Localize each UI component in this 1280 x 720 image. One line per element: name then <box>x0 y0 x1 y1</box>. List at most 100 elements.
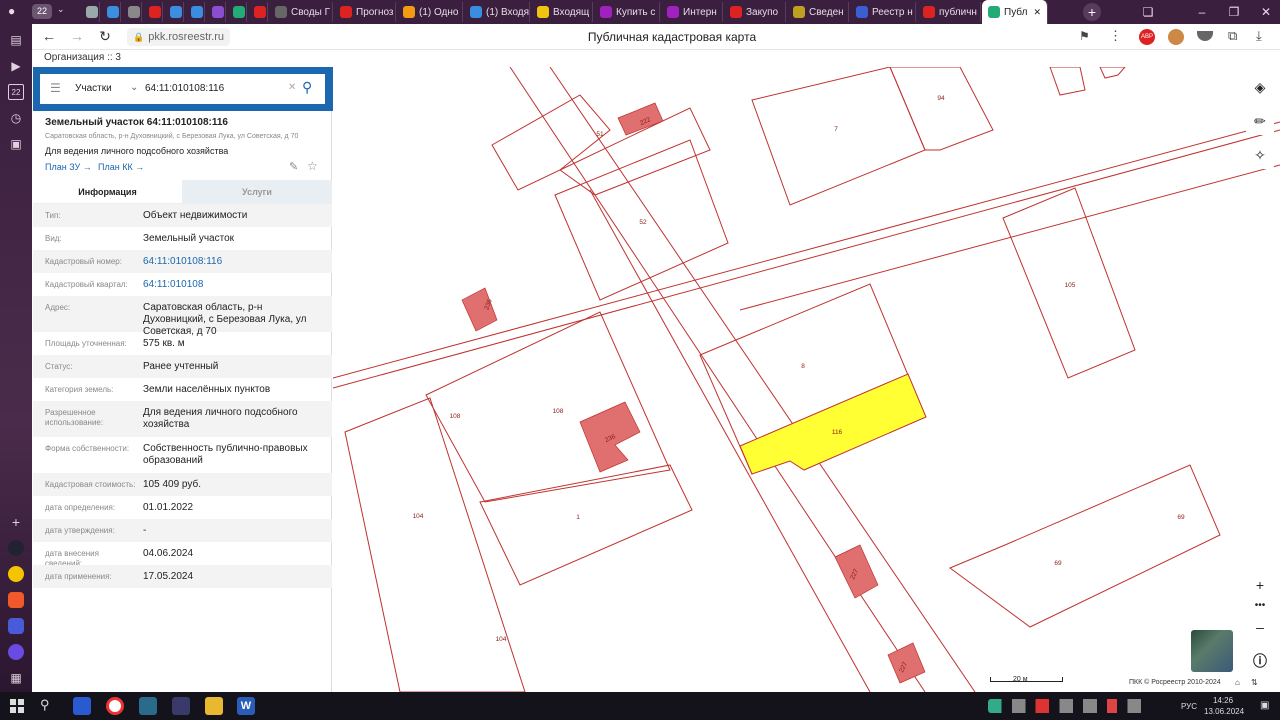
share-icon[interactable]: ⧉ <box>1228 28 1237 44</box>
browser-tab[interactable]: Прогноз <box>334 2 396 22</box>
layer-select[interactable]: Участки <box>75 83 112 94</box>
browser-tab[interactable] <box>101 2 121 22</box>
window-close-button[interactable]: ✕ <box>1250 0 1280 24</box>
browser-tab[interactable]: Входящ <box>531 2 593 22</box>
fullscreen-icon[interactable]: ⇅ <box>1251 678 1258 687</box>
menu-icon[interactable]: ⋮ <box>1109 28 1122 44</box>
extension2-icon[interactable] <box>1197 31 1213 41</box>
map-canvas[interactable]: 51794521058116108108104 16969104222236236… <box>333 67 1280 692</box>
browser-tab[interactable]: Закупо <box>724 2 786 22</box>
browser-tab[interactable]: Сведен <box>787 2 849 22</box>
alice-icon[interactable] <box>8 540 24 556</box>
window-maximize-button[interactable]: ❐ <box>1218 0 1250 24</box>
parcel-104[interactable] <box>344 397 526 692</box>
home-icon[interactable]: ⌂ <box>1235 678 1240 687</box>
disk-icon[interactable] <box>8 644 24 660</box>
report-icon[interactable]: ✎ <box>289 160 298 173</box>
notifications-icon[interactable]: ▣ <box>1260 700 1269 711</box>
reload-button[interactable]: ↻ <box>96 28 114 45</box>
layers-icon[interactable]: ◈ <box>1246 73 1274 101</box>
window-minimize-button[interactable]: – <box>1186 0 1218 24</box>
browser-tab[interactable]: Публ ✕ <box>982 0 1048 24</box>
back-button[interactable]: ← <box>40 28 58 44</box>
satellite-thumbnail[interactable] <box>1191 630 1233 672</box>
clock-time[interactable]: 14:26 <box>1213 696 1233 705</box>
parcel-69[interactable] <box>948 464 1221 628</box>
browser-tab[interactable]: (1) Одно <box>397 2 463 22</box>
parcel-top-right2[interactable] <box>1099 67 1126 79</box>
bookmarks-panel-icon[interactable]: ❏ <box>1132 0 1164 24</box>
browser-tab[interactable] <box>248 2 268 22</box>
clear-icon[interactable]: ✕ <box>288 82 296 93</box>
add-icon[interactable]: + <box>8 514 24 530</box>
info-value-link[interactable]: 64:11:010108:116 <box>143 256 328 268</box>
app2-icon[interactable] <box>172 697 190 715</box>
save-app-icon[interactable] <box>73 697 91 715</box>
cadastral-map[interactable]: 51 7 94 52 105 8 116 108 108 104 1 69 69 104 222 236 236… <box>333 67 1280 692</box>
tab-services[interactable]: Услуги <box>182 180 332 204</box>
browser-tab[interactable]: Интерн <box>661 2 723 22</box>
settings-panel-icon[interactable]: ▦ <box>8 670 24 686</box>
browser-tab[interactable] <box>227 2 247 22</box>
parcel-top-right[interactable] <box>1049 67 1086 96</box>
adblock-icon[interactable]: ABP <box>1139 29 1155 45</box>
info-value-link[interactable]: 64:11:010108 <box>143 279 328 291</box>
parcel-94[interactable] <box>889 67 994 151</box>
profile-icon[interactable]: ● <box>8 4 22 18</box>
extension-icon[interactable] <box>1168 29 1184 45</box>
info-icon[interactable]: ⓘ <box>1246 647 1274 675</box>
search-icon[interactable]: ⚲ <box>40 697 50 713</box>
parcel-1[interactable] <box>479 464 693 586</box>
history-icon[interactable]: ◷ <box>8 110 24 126</box>
screenshot-icon[interactable]: ▣ <box>8 136 24 152</box>
browser-tab[interactable]: Купить с <box>594 2 660 22</box>
collections-icon[interactable]: ▤ <box>8 32 24 48</box>
browser-tab[interactable] <box>206 2 226 22</box>
browser-tab[interactable] <box>122 2 142 22</box>
plan-kk-link[interactable]: План КК → <box>98 162 144 172</box>
downloads-icon[interactable]: ⤓ <box>1256 28 1262 44</box>
zoom-out-button[interactable]: – <box>1246 613 1274 641</box>
ymaps-icon[interactable] <box>8 566 24 582</box>
bookmark-item[interactable]: Организация :: 3 <box>44 52 121 63</box>
yandex-browser-icon[interactable] <box>106 697 124 715</box>
tab-counter[interactable]: 22 <box>32 4 52 19</box>
browser-tab[interactable] <box>80 2 100 22</box>
messenger-icon[interactable] <box>8 618 24 634</box>
parcel-51[interactable] <box>491 94 611 191</box>
building-236-left[interactable] <box>461 287 498 332</box>
tab-menu-chevron-icon[interactable]: ⌄ <box>57 4 65 15</box>
measure-icon[interactable]: ✏ <box>1246 107 1274 135</box>
bookmark-icon[interactable]: ⚑ <box>1079 29 1090 43</box>
folder-icon[interactable] <box>205 697 223 715</box>
browser-tab[interactable] <box>185 2 205 22</box>
favorite-star-icon[interactable]: ☆ <box>307 159 318 173</box>
locate-icon[interactable]: ✧ <box>1246 141 1274 169</box>
language-indicator[interactable]: РУС <box>1181 702 1197 711</box>
tab-close-icon[interactable]: ✕ <box>1033 7 1041 18</box>
forward-button[interactable]: → <box>68 28 86 44</box>
start-icon[interactable] <box>10 699 24 713</box>
plan-zu-link[interactable]: План ЗУ → <box>45 162 92 172</box>
chevron-down-icon[interactable]: ⌄ <box>130 82 138 93</box>
selected-parcel-116[interactable] <box>739 373 927 475</box>
search-icon[interactable]: ⚲ <box>302 79 312 96</box>
word-icon[interactable]: W <box>237 697 255 715</box>
hamburger-icon[interactable]: ☰ <box>50 81 61 95</box>
browser-tab[interactable]: публичн <box>917 2 981 22</box>
url-field[interactable]: 🔒 pkk.rosreestr.ru <box>127 28 231 46</box>
browser-tab[interactable] <box>143 2 163 22</box>
search-input[interactable]: 64:11:010108:116 <box>145 83 224 94</box>
clock-date[interactable]: 13.06.2024 <box>1204 707 1244 716</box>
calendar-icon[interactable]: 22 <box>8 84 24 100</box>
browser-tab[interactable]: (1) Входя <box>464 2 530 22</box>
browser-tab[interactable] <box>164 2 184 22</box>
browser-tab[interactable]: Реестр н <box>850 2 916 22</box>
parcel-108[interactable] <box>425 311 671 503</box>
play-icon[interactable]: ▶ <box>8 58 24 74</box>
browser-tab[interactable]: Своды Г <box>269 2 333 22</box>
new-tab-button[interactable]: + <box>1083 3 1101 21</box>
tab-info[interactable]: Информация <box>33 180 182 204</box>
app-icon[interactable] <box>139 697 157 715</box>
mail-icon[interactable] <box>8 592 24 608</box>
